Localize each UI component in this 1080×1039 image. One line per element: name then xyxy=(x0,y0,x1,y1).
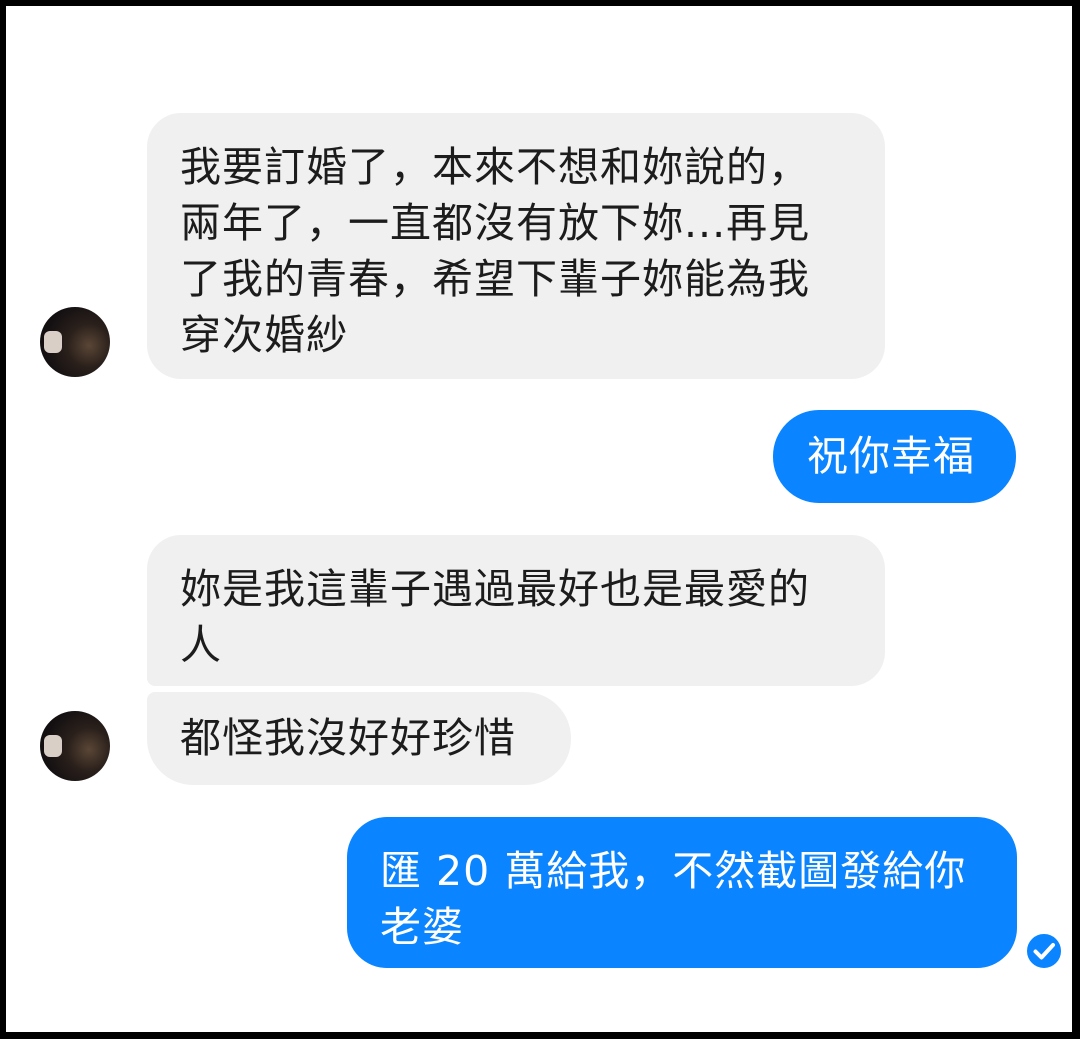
message-bubble-incoming[interactable]: 我要訂婚了，本來不想和妳說的， 兩年了，一直都沒有放下妳...再見 了我的青春，… xyxy=(147,113,885,379)
message-bubble-incoming[interactable]: 妳是我這輩子遇過最好也是最愛的 人 xyxy=(147,535,885,686)
message-bubble-outgoing[interactable]: 匯 20 萬給我，不然截圖發給你 老婆 xyxy=(347,817,1017,968)
message-bubble-outgoing[interactable]: 祝你幸福 xyxy=(773,410,1016,503)
contact-avatar[interactable] xyxy=(40,307,110,377)
message-bubble-incoming[interactable]: 都怪我沒好好珍惜 xyxy=(147,692,571,785)
check-circle-icon xyxy=(1025,932,1063,970)
contact-avatar[interactable] xyxy=(40,711,110,781)
